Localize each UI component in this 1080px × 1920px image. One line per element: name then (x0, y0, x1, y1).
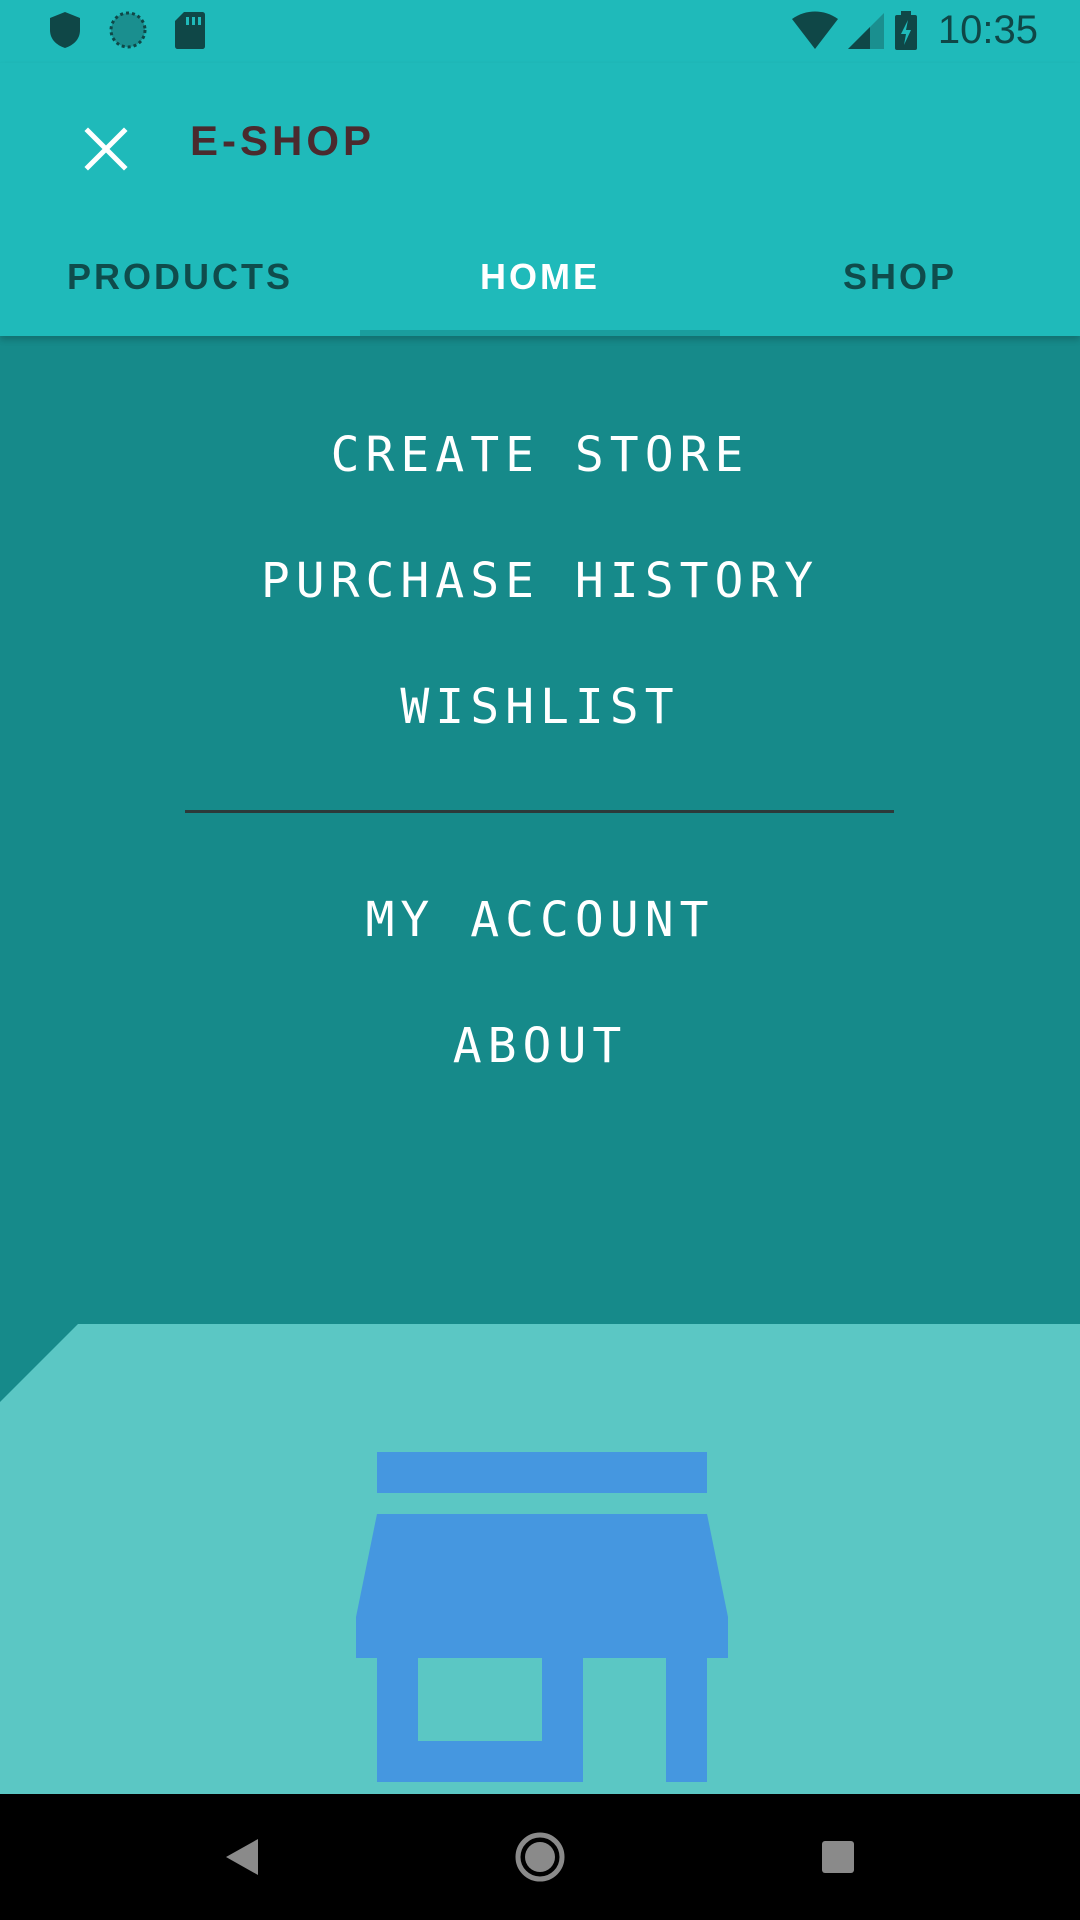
tab-home[interactable]: HOME (360, 248, 720, 336)
menu-item-wishlist[interactable]: WISHLIST (0, 679, 1080, 735)
menu-divider (185, 810, 894, 813)
shield-icon (50, 12, 80, 48)
menu-item-create-store[interactable]: CREATE STORE (0, 427, 1080, 483)
nav-home-button[interactable] (480, 1794, 600, 1920)
store-icon (356, 1452, 728, 1782)
sd-card-icon (175, 12, 205, 49)
home-icon (515, 1832, 565, 1882)
menu-item-purchase-history[interactable]: PURCHASE HISTORY (0, 553, 1080, 609)
tab-products[interactable]: PRODUCTS (0, 248, 360, 336)
recents-icon (822, 1841, 854, 1873)
status-right-icons: 10:35 (791, 8, 1038, 53)
close-icon (84, 127, 128, 171)
nav-recents-button[interactable] (778, 1794, 898, 1920)
nav-back-button[interactable] (182, 1794, 302, 1920)
backdrop-menu: CREATE STORE PURCHASE HISTORY WISHLIST M… (0, 336, 1080, 1326)
nav-bar (0, 1794, 1080, 1920)
app-bar: E-SHOP PRODUCTS HOME SHOP (0, 63, 1080, 336)
status-time: 10:35 (937, 8, 1038, 52)
close-button[interactable] (70, 113, 142, 185)
menu-item-my-account[interactable]: MY ACCOUNT (0, 892, 1080, 948)
tab-bar: PRODUCTS HOME SHOP (0, 248, 1080, 336)
back-icon (226, 1839, 258, 1875)
app-title: E-SHOP (190, 117, 376, 164)
tab-shop[interactable]: SHOP (720, 248, 1080, 336)
status-bar: 10:35 (0, 0, 1080, 63)
tab-home-label: HOME (480, 256, 600, 297)
menu-item-about[interactable]: ABOUT (0, 1018, 1080, 1074)
sync-icon (109, 11, 147, 49)
tab-products-label: PRODUCTS (66, 256, 293, 297)
status-left-icons (48, 10, 206, 50)
tab-shop-label: SHOP (842, 256, 958, 297)
signal-icon (847, 12, 884, 49)
battery-charging-icon (894, 10, 917, 50)
wifi-icon (791, 11, 838, 49)
